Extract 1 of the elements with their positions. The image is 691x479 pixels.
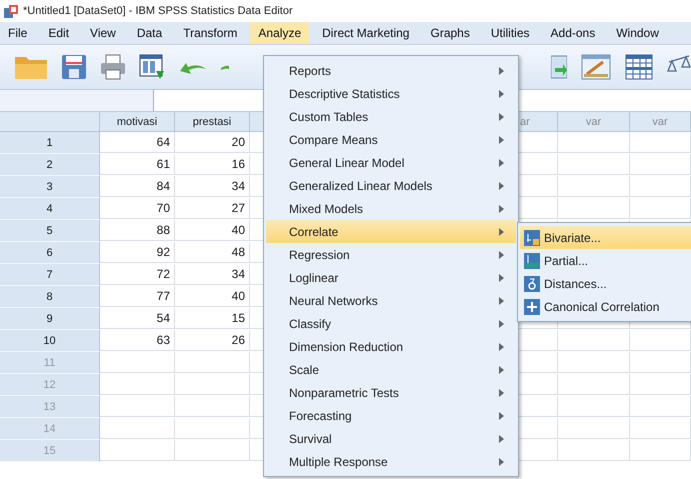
window-title: *Untitled1 [DataSet0] - IBM SPSS Statistics Data Editor [23, 5, 293, 17]
